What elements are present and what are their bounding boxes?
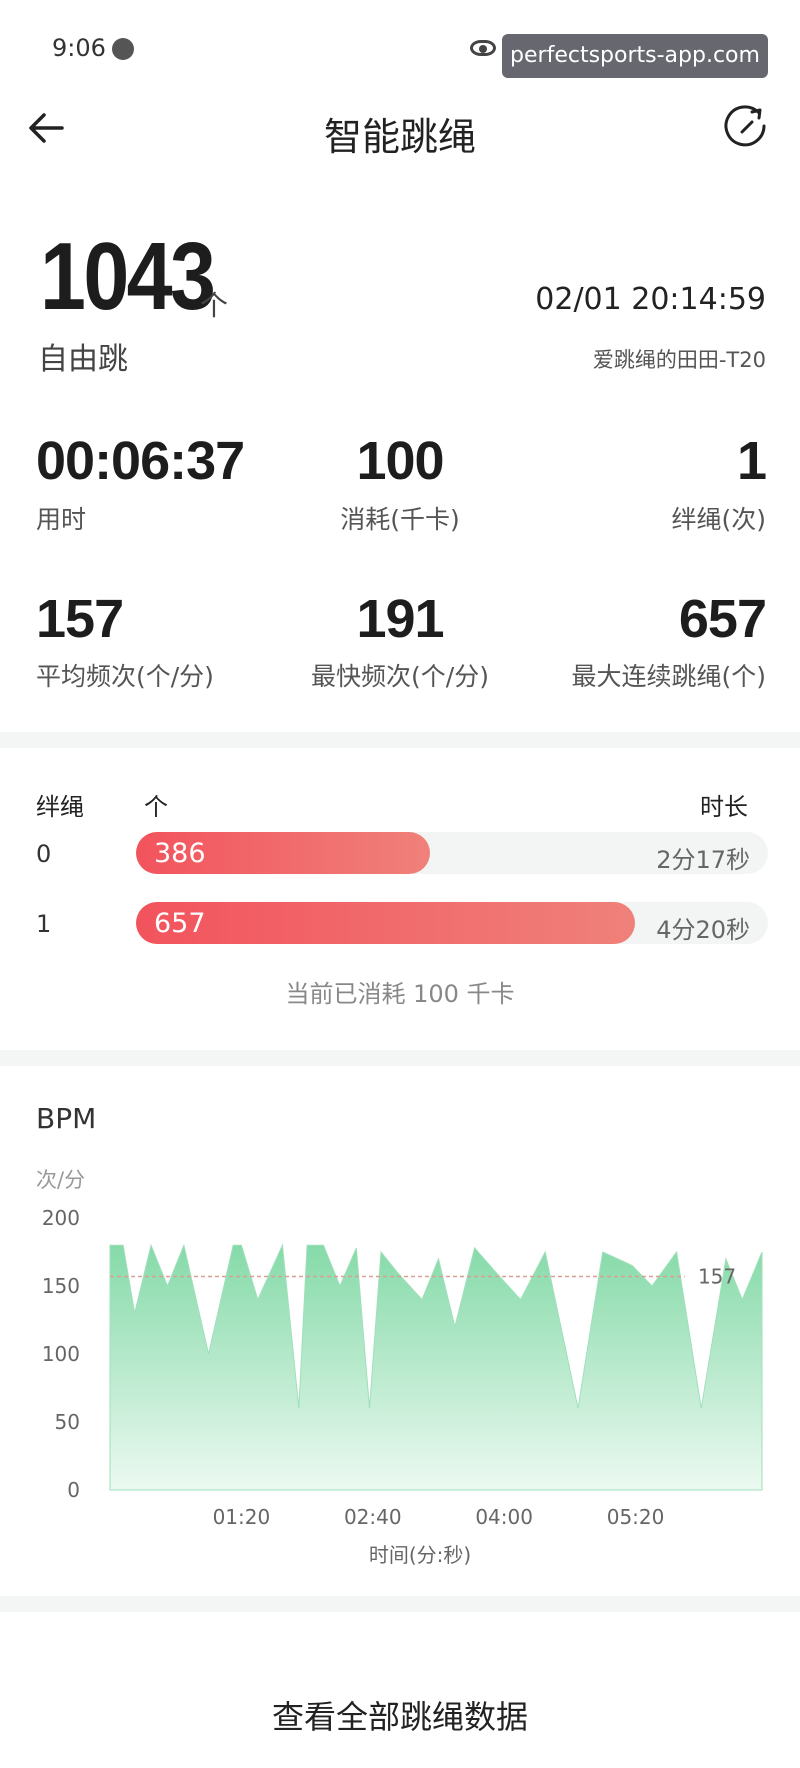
watermark: perfectsports-app.com — [502, 34, 768, 78]
section-divider — [0, 1596, 800, 1612]
x-tick-label: 01:20 — [213, 1505, 271, 1529]
segment-bar-fill: 657 — [136, 902, 636, 944]
chart-title: BPM — [36, 1102, 97, 1135]
x-tick-label: 04:00 — [475, 1505, 533, 1529]
y-tick-label: 150 — [42, 1274, 80, 1298]
y-tick-label: 100 — [42, 1342, 80, 1366]
eye-icon — [470, 40, 496, 56]
app-bar: 智能跳绳 — [0, 100, 800, 160]
section-divider — [0, 732, 800, 748]
segment-count: 657 — [154, 908, 206, 939]
stat-max-streak-value: 657 — [678, 589, 767, 649]
session-datetime: 02/01 20:14:59 — [535, 282, 766, 317]
stat-trips-value: 1 — [736, 431, 767, 491]
segment-bar-fill: 386 — [136, 832, 430, 874]
segment-bar: 386 2分17秒 — [136, 832, 768, 874]
segment-trip-label: 0 — [36, 840, 52, 868]
count-unit: 个 — [200, 289, 229, 322]
stat-trips-label: 绊绳(次) — [671, 505, 766, 534]
average-label: 157 — [698, 1264, 736, 1288]
refresh-icon[interactable] — [722, 104, 770, 152]
segment-duration: 4分20秒 — [656, 916, 750, 944]
y-tick-label: 200 — [42, 1206, 80, 1230]
col-header-trip: 绊绳 — [36, 793, 84, 821]
status-time: 9:06 — [52, 34, 106, 62]
stat-calories-value: 100 — [356, 431, 444, 491]
segment-duration: 2分17秒 — [656, 846, 750, 874]
calorie-note: 当前已消耗 100 千卡 — [285, 980, 515, 1008]
y-tick-label: 50 — [55, 1410, 80, 1434]
x-tick-label: 02:40 — [344, 1505, 402, 1529]
stat-max-streak-label: 最大连续跳绳(个) — [571, 662, 766, 691]
x-tick-label: 05:20 — [607, 1505, 665, 1529]
bpm-chart: 200 150 100 50 0 01:20 02:40 04:00 05:20 157 时间… — [42, 1206, 763, 1567]
status-bar: 9:06 perfectsports-app.com — [0, 0, 800, 100]
jump-mode: 自由跳 — [38, 342, 128, 377]
col-header-duration: 时长 — [700, 793, 748, 821]
y-tick-label: 0 — [67, 1478, 80, 1502]
device-name: 爱跳绳的田田-T20 — [592, 348, 766, 372]
segment-trip-label: 1 — [36, 910, 52, 938]
jump-count: 1043 — [40, 223, 216, 330]
globe-icon — [112, 38, 134, 60]
section-divider — [0, 1050, 800, 1066]
page-title: 智能跳绳 — [323, 115, 476, 159]
x-axis-title: 时间(分:秒) — [369, 1543, 471, 1567]
col-header-count: 个 — [144, 793, 168, 821]
segment-count: 386 — [154, 838, 206, 869]
bpm-area — [109, 1243, 763, 1491]
segment-bar: 657 4分20秒 — [136, 902, 768, 944]
view-all-data-link[interactable]: 查看全部跳绳数据 — [0, 1692, 800, 1738]
